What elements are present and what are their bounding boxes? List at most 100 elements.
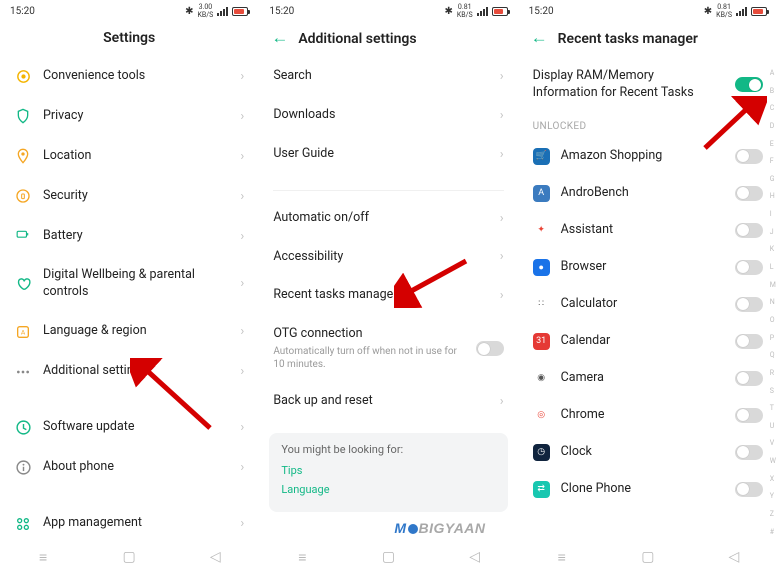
item-convenience-tools[interactable]: Convenience tools ›	[0, 56, 258, 96]
nav-bar: ≡ ▢ ◁	[519, 542, 777, 572]
app-lock-toggle[interactable]	[735, 482, 763, 497]
item-otg[interactable]: OTG connectionAutomatically turn off whe…	[259, 315, 517, 382]
item-additional-settings[interactable]: Additional settings ›	[0, 352, 258, 392]
ram-toggle-row[interactable]: Display RAM/Memory Information for Recen…	[519, 57, 777, 113]
recents-icon[interactable]: ≡	[34, 548, 52, 566]
status-time: 15:20	[269, 6, 294, 17]
app-row[interactable]: ●Browser	[519, 249, 777, 286]
app-row[interactable]: 31 Calendar	[519, 323, 777, 360]
app-lock-toggle[interactable]	[735, 445, 763, 460]
page-title: Recent tasks manager	[558, 31, 698, 47]
item-security[interactable]: Security ›	[0, 176, 258, 216]
app-label: Assistant	[561, 222, 724, 239]
item-accessibility[interactable]: Accessibility›	[259, 238, 517, 277]
update-icon	[14, 419, 32, 437]
item-language[interactable]: A Language & region ›	[0, 312, 258, 352]
app-icon: A	[533, 185, 550, 202]
battery-icon	[492, 7, 508, 16]
app-row[interactable]: ◷Clock	[519, 434, 777, 471]
language-icon: A	[14, 323, 32, 341]
item-search[interactable]: Search›	[259, 57, 517, 96]
recent-tasks-screen: 15:20 ✱ 0.81KB/S ← Recent tasks manager …	[519, 0, 777, 576]
battery-setting-icon	[14, 227, 32, 245]
back-icon[interactable]: ←	[271, 30, 288, 47]
item-app-management[interactable]: App management ›	[0, 504, 258, 544]
hint-tips[interactable]: Tips	[281, 464, 495, 477]
back-nav-icon[interactable]: ◁	[206, 548, 224, 566]
suggestion-card: You might be looking for: Tips Language	[269, 433, 507, 512]
app-lock-toggle[interactable]	[735, 371, 763, 386]
app-row[interactable]: ⇄Clone Phone	[519, 471, 777, 508]
app-lock-toggle[interactable]	[735, 260, 763, 275]
home-icon[interactable]: ▢	[379, 548, 397, 566]
chevron-right-icon: ›	[240, 516, 244, 531]
page-title: Settings	[103, 30, 155, 46]
ram-toggle[interactable]	[735, 77, 763, 92]
app-lock-toggle[interactable]	[735, 297, 763, 312]
additional-settings-screen: 15:20 ✱ 0.81KB/S ← Additional settings S…	[259, 0, 518, 576]
app-lock-toggle[interactable]	[735, 408, 763, 423]
app-row[interactable]: ✦ Assistant	[519, 212, 777, 249]
app-icon: 31	[533, 333, 550, 350]
app-label: Camera	[561, 370, 724, 387]
item-recent-tasks[interactable]: Recent tasks manager›	[259, 276, 517, 315]
app-label: Calendar	[561, 333, 724, 350]
app-row[interactable]: ◎Chrome	[519, 397, 777, 434]
chevron-right-icon: ›	[240, 69, 244, 84]
page-title: Additional settings	[298, 31, 416, 47]
chevron-right-icon: ›	[500, 211, 504, 226]
app-row[interactable]: ∷Calculator	[519, 286, 777, 323]
apps-icon	[14, 515, 32, 533]
nav-bar: ≡ ▢ ◁	[259, 542, 517, 572]
signal-icon	[477, 7, 488, 16]
data-speed: 3.00KB/S	[198, 3, 214, 19]
chevron-right-icon: ›	[500, 249, 504, 264]
app-lock-toggle[interactable]	[735, 223, 763, 238]
item-battery[interactable]: Battery ›	[0, 216, 258, 256]
home-icon[interactable]: ▢	[639, 548, 657, 566]
app-row[interactable]: 🛒Amazon Shopping	[519, 138, 777, 175]
chevron-right-icon: ›	[240, 149, 244, 164]
app-label: Calculator	[561, 296, 724, 313]
item-digital-wellbeing[interactable]: Digital Wellbeing & parental controls ›	[0, 256, 258, 312]
chevron-right-icon: ›	[240, 109, 244, 124]
item-software-update[interactable]: Software update ›	[0, 408, 258, 448]
hint-language[interactable]: Language	[281, 483, 495, 496]
item-privacy[interactable]: Privacy ›	[0, 96, 258, 136]
recents-icon[interactable]: ≡	[293, 548, 311, 566]
app-lock-toggle[interactable]	[735, 149, 763, 164]
battery-icon	[232, 7, 248, 16]
item-location[interactable]: Location ›	[0, 136, 258, 176]
back-nav-icon[interactable]: ◁	[725, 548, 743, 566]
chevron-right-icon: ›	[240, 420, 244, 435]
chevron-right-icon: ›	[240, 229, 244, 244]
otg-toggle[interactable]	[476, 341, 504, 356]
item-downloads[interactable]: Downloads›	[259, 96, 517, 135]
app-label: Amazon Shopping	[561, 148, 724, 165]
app-icon: ●	[533, 259, 550, 276]
recents-icon[interactable]: ≡	[553, 548, 571, 566]
chevron-right-icon: ›	[240, 364, 244, 379]
item-auto-onoff[interactable]: Automatic on/off›	[259, 199, 517, 238]
status-bar: 15:20 ✱ 0.81KB/S	[259, 0, 517, 22]
item-about[interactable]: About phone ›	[0, 448, 258, 488]
back-nav-icon[interactable]: ◁	[466, 548, 484, 566]
app-row[interactable]: ◉Camera	[519, 360, 777, 397]
app-row[interactable]: AAndroBench	[519, 175, 777, 212]
app-lock-toggle[interactable]	[735, 186, 763, 201]
bluetooth-icon: ✱	[704, 6, 712, 17]
back-icon[interactable]: ←	[531, 30, 548, 47]
tools-icon	[14, 67, 32, 85]
app-lock-toggle[interactable]	[735, 334, 763, 349]
bluetooth-icon: ✱	[444, 6, 452, 17]
item-user-guide[interactable]: User Guide›	[259, 135, 517, 174]
app-icon: ✦	[533, 222, 550, 239]
privacy-icon	[14, 107, 32, 125]
item-backup[interactable]: Back up and reset›	[259, 382, 517, 421]
info-icon	[14, 459, 32, 477]
chevron-right-icon: ›	[240, 189, 244, 204]
home-icon[interactable]: ▢	[120, 548, 138, 566]
alphabet-index[interactable]: ABCDEFGHIJKLMNOPQRSTUVWXYZ#	[770, 70, 776, 536]
chevron-right-icon: ›	[500, 69, 504, 84]
app-label: Chrome	[561, 407, 724, 424]
